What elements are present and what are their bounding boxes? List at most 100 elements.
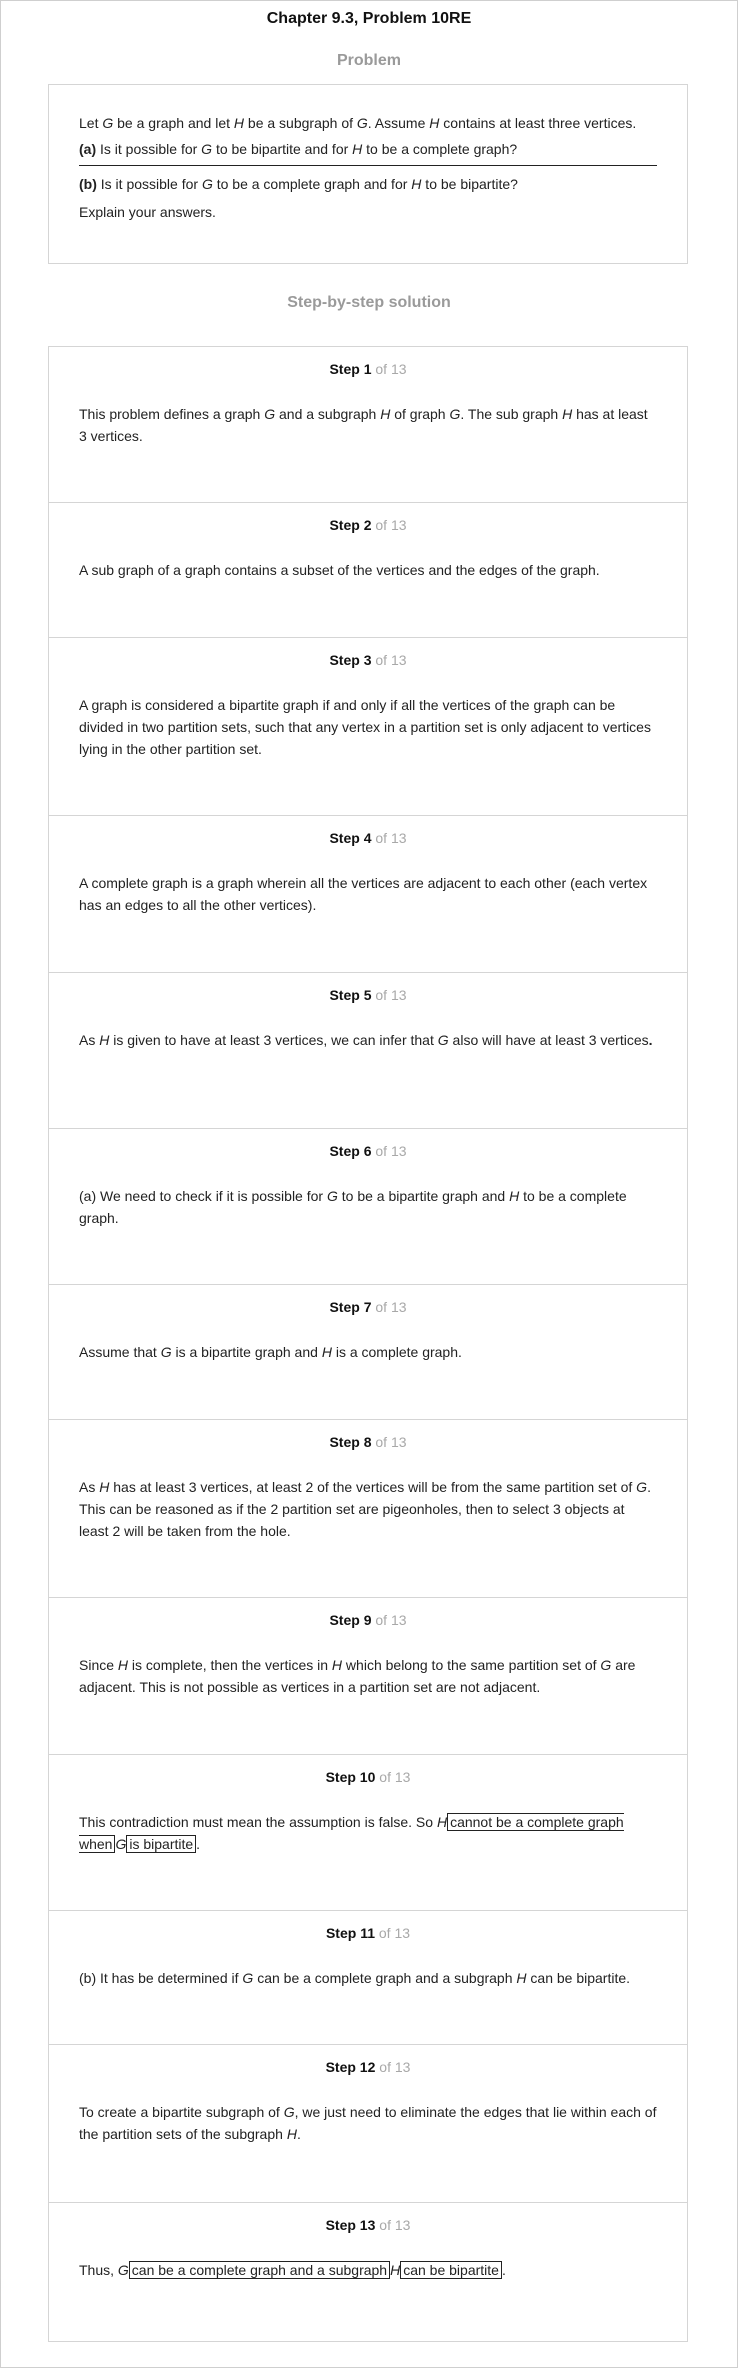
text-segment: can be bipartite. <box>526 1970 631 1986</box>
step-text: Assume that G is a bipartite graph and H… <box>79 1341 657 1363</box>
step-header: Step 10 of 13 <box>49 1769 687 1785</box>
answer-box: is bipartite <box>126 1835 197 1853</box>
math-variable: G <box>115 1836 127 1852</box>
text-segment: This contradiction must mean the assumpt… <box>79 1814 437 1830</box>
step-header: Step 11 of 13 <box>49 1925 687 1941</box>
step-1: Step 1 of 13 This problem defines a graph… <box>49 347 687 503</box>
text-segment: A complete graph is a graph wherein all … <box>79 875 648 913</box>
math-variable: G <box>242 1970 254 1986</box>
math-variable: G <box>283 2104 295 2120</box>
step-total: of 13 <box>371 361 407 377</box>
page-title: Chapter 9.3, Problem 10RE <box>266 10 472 27</box>
step-number: Step 5 <box>329 987 372 1003</box>
text-segment: . <box>648 1032 653 1048</box>
step-text: This problem defines a graph G and a sub… <box>79 403 657 447</box>
math-variable: G <box>449 406 461 422</box>
step-text: A graph is considered a bipartite graph … <box>79 694 657 760</box>
step-total: of 13 <box>371 1299 407 1315</box>
math-variable: H <box>286 2126 297 2142</box>
text-segment: and a subgraph <box>275 406 381 422</box>
step-total: of 13 <box>371 830 407 846</box>
text-segment: has at least 3 vertices, at least 2 of t… <box>109 1479 637 1495</box>
math-variable: H <box>516 1970 527 1986</box>
math-variable: H <box>390 2262 401 2278</box>
text-segment: also will have at least 3 vertices <box>448 1032 649 1048</box>
step-number: Step 8 <box>329 1434 372 1450</box>
text-segment: which belong to the same partition set o… <box>342 1657 601 1673</box>
step-5: Step 5 of 13 As H is given to have at lea… <box>49 973 687 1129</box>
step-8: Step 8 of 13 As H has at least 3 vertices… <box>49 1420 687 1598</box>
step-text: Thus, Gcan be a complete graph and a sub… <box>79 2259 657 2281</box>
text-segment: . <box>296 2126 301 2142</box>
step-9: Step 9 of 13 Since H is complete, then th… <box>49 1598 687 1755</box>
step-number: Step 10 <box>325 1769 376 1785</box>
step-text: This contradiction must mean the assumpt… <box>79 1811 657 1855</box>
text-segment: Assume that <box>79 1344 161 1360</box>
step-11: Step 11 of 13 (b) It has be determined if… <box>49 1911 687 2045</box>
problem-box: Let G be a graph and let H be a subgraph… <box>48 84 688 264</box>
math-variable: G <box>160 1344 172 1360</box>
text-segment: A sub graph of a graph contains a subset… <box>79 562 600 578</box>
math-variable: G <box>264 406 276 422</box>
step-header: Step 4 of 13 <box>49 830 687 846</box>
math-variable: G <box>117 2262 129 2278</box>
step-number: Step 2 <box>329 517 372 533</box>
math-variable: H <box>509 1188 520 1204</box>
step-text: To create a bipartite subgraph of G, we … <box>79 2101 657 2145</box>
step-text: A complete graph is a graph wherein all … <box>79 872 657 916</box>
step-header: Step 8 of 13 <box>49 1434 687 1450</box>
math-variable: H <box>331 1657 343 1673</box>
math-variable: H <box>436 1814 448 1830</box>
math-variable: G <box>600 1657 612 1673</box>
step-3: Step 3 of 13 A graph is considered a bipa… <box>49 638 687 816</box>
step-number: Step 11 <box>325 1925 375 1941</box>
math-variable: H <box>99 1032 110 1048</box>
step-number: Step 1 <box>329 361 372 377</box>
text-segment: . The sub graph <box>460 406 563 422</box>
step-number: Step 13 <box>325 2217 376 2233</box>
step-4: Step 4 of 13 A complete graph is a graph … <box>49 816 687 973</box>
text-segment: of graph <box>390 406 450 422</box>
problem-heading: Problem <box>336 52 401 69</box>
step-total: of 13 <box>371 1434 407 1450</box>
text-segment: is a complete graph. <box>331 1344 462 1360</box>
step-header: Step 2 of 13 <box>49 517 687 533</box>
step-header: Step 9 of 13 <box>49 1612 687 1628</box>
step-header: Step 7 of 13 <box>49 1299 687 1315</box>
text-segment: . <box>196 1836 201 1852</box>
text-segment: As <box>79 1032 100 1048</box>
math-variable: G <box>437 1032 449 1048</box>
step-text: Since H is complete, then the vertices i… <box>79 1654 657 1698</box>
step-header: Step 3 of 13 <box>49 652 687 668</box>
step-total: of 13 <box>371 1612 407 1628</box>
step-total: of 13 <box>375 1925 411 1941</box>
text-segment: To create a bipartite subgraph of <box>79 2104 284 2120</box>
step-total: of 13 <box>371 517 407 533</box>
step-total: of 13 <box>371 652 407 668</box>
problem-part-a: (a) Is it possible for G to be bipartite… <box>79 141 518 157</box>
step-total: of 13 <box>371 987 407 1003</box>
text-segment: As <box>79 1479 100 1495</box>
math-variable: H <box>380 406 391 422</box>
step-10: Step 10 of 13 This contradiction must mea… <box>49 1755 687 1911</box>
text-segment: (b) It has be determined if <box>79 1970 243 1986</box>
step-text: (a) We need to check if it is possible f… <box>79 1185 657 1229</box>
step-2: Step 2 of 13 A sub graph of a graph conta… <box>49 503 687 638</box>
step-number: Step 3 <box>329 652 372 668</box>
step-text: A sub graph of a graph contains a subset… <box>79 559 657 581</box>
step-12: Step 12 of 13 To create a bipartite subgr… <box>49 2045 687 2203</box>
text-segment: is complete, then the vertices in <box>128 1657 332 1673</box>
math-variable: H <box>562 406 573 422</box>
step-text: (b) It has be determined if G can be a c… <box>79 1967 657 1989</box>
answer-box: can be a complete graph and a subgraph <box>128 2261 391 2279</box>
step-number: Step 4 <box>329 830 372 846</box>
math-variable: G <box>326 1188 338 1204</box>
text-segment: This problem defines a graph <box>79 406 265 422</box>
step-header: Step 5 of 13 <box>49 987 687 1003</box>
step-13: Step 13 of 13 Thus, Gcan be a complete gr… <box>49 2203 687 2337</box>
divider <box>79 165 657 166</box>
step-total: of 13 <box>375 2217 411 2233</box>
text-segment: A graph is considered a bipartite graph … <box>79 697 651 757</box>
text-segment: Since <box>79 1657 118 1673</box>
step-total: of 13 <box>371 1143 407 1159</box>
